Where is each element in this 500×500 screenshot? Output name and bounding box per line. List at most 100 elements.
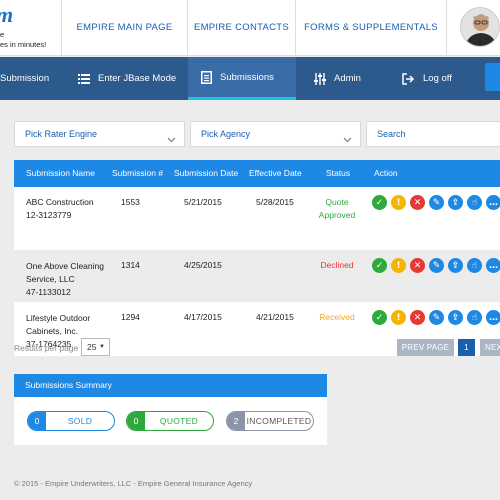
rater-engine-select[interactable]: Pick Rater Engine [14,121,185,147]
status-badge: Declined [306,259,368,272]
results-per-page-label: Results per page [14,343,79,353]
warning-icon[interactable]: ! [391,310,406,325]
results-per-page-select[interactable]: 25 ▼ [81,338,110,356]
nav-admin-label: Admin [334,73,361,84]
nav-log-off[interactable]: Log off [402,57,472,100]
incompleted-pill[interactable]: 2 INCOMPLETED [226,411,314,431]
col-submission-date[interactable]: Submission Date [174,160,238,187]
submission-name-name-line1: ABC Construction [26,197,94,207]
nav-submissions-label: Submissions [220,71,274,83]
status-line1: Received [319,312,355,322]
nav-submissions[interactable]: Submissions [188,57,296,100]
row-actions: ✓! ✕ ✎ ⇪ ☝ … [372,195,500,210]
col-status[interactable]: Status [326,160,350,187]
agency-select[interactable]: Pick Agency [190,121,361,147]
hand-icon[interactable]: ☝ [467,310,482,325]
brand-tagline-line1: e [0,30,5,39]
sold-pill[interactable]: 0 SOLD [27,411,115,431]
status-badge: Quote Approved [306,196,368,222]
chevron-down-icon [343,129,352,153]
search-input[interactable]: Search [366,121,500,147]
edit-icon[interactable]: ✎ [429,310,444,325]
avatar[interactable] [460,7,500,47]
col-action: Action [374,168,398,178]
top-header: m e es in minutes! EMPIRE MAIN PAGE EMPI… [0,0,500,56]
submission-date: 5/21/2015 [184,197,222,207]
table-header: Submission Name Submission # Submission … [14,160,500,187]
comment-icon[interactable]: … [486,195,500,210]
col-submission-name[interactable]: Submission Name [26,160,95,187]
row-actions: ✓! ✕ ✎ ⇪ ☝ … [372,310,500,325]
nav-enter-jbase-mode[interactable]: Enter JBase Mode [78,57,188,100]
user-avatar-cell[interactable] [447,0,500,56]
logout-icon [402,72,415,85]
submission-name-id-line: 12-3123779 [26,210,72,220]
table-row[interactable]: ABC Construction 12-3123779 1553 5/21/2015 5… [14,187,500,250]
edit-icon[interactable]: ✎ [429,195,444,210]
nav-log-off-label: Log off [423,73,452,84]
brand-logo: m [0,2,13,28]
list-icon [78,73,90,84]
next-page-button[interactable]: NEXT [480,339,500,356]
approve-icon[interactable]: ✓ [372,310,387,325]
approve-icon[interactable]: ✓ [372,195,387,210]
footer-copyright: © 2015 - Empire Underwriters, LLC - Empi… [14,479,253,488]
effective-date: 4/21/2015 [256,312,294,322]
nav-extra-button[interactable] [485,63,500,91]
delete-icon[interactable]: ✕ [410,258,425,273]
submission-number: 1294 [121,312,140,322]
submission-name-id-line: 47-1133012 [26,287,71,297]
delete-icon[interactable]: ✕ [410,195,425,210]
submission-name-name-line1: Lifestyle Outdoor [26,313,91,323]
nav-admin[interactable]: Admin [314,57,386,100]
comment-icon[interactable]: … [486,258,500,273]
incompleted-label: INCOMPLETED [246,416,312,426]
upload-icon[interactable]: ⇪ [448,258,463,273]
col-effective-date[interactable]: Effective Date [249,160,302,187]
upload-icon[interactable]: ⇪ [448,310,463,325]
brand-logo-area[interactable]: m e es in minutes! [0,0,62,56]
table-row[interactable]: One Above Cleaning Service, LLC 47-1133012… [14,250,500,302]
status-line1: Quote [325,197,349,207]
rater-engine-select-label: Pick Rater Engine [25,129,98,139]
sold-count: 0 [28,412,46,430]
comment-icon[interactable]: … [486,310,500,325]
sold-label: SOLD [67,416,93,426]
quoted-label: QUOTED [159,416,199,426]
submission-number: 1314 [121,260,140,270]
quoted-pill[interactable]: 0 QUOTED [126,411,214,431]
status-line2: Approved [318,210,356,220]
submission-date: 4/25/2015 [184,260,222,270]
submissions-table: Submission Name Submission # Submission … [14,160,500,356]
link-empire-main-page[interactable]: EMPIRE MAIN PAGE [62,0,188,56]
approve-icon[interactable]: ✓ [372,258,387,273]
quoted-count: 0 [127,412,145,430]
prev-page-button[interactable]: PREV PAGE [397,339,454,356]
warning-icon[interactable]: ! [391,195,406,210]
nav-submission-label: Submission [0,73,50,84]
incompleted-count: 2 [227,412,245,430]
submission-name-name-line2: Service, LLC [26,274,75,284]
page-1-button[interactable]: 1 [458,339,475,356]
hand-icon[interactable]: ☝ [467,258,482,273]
col-submission-number[interactable]: Submission # [112,160,163,187]
effective-date: 5/28/2015 [256,197,294,207]
link-empire-contacts[interactable]: EMPIRE CONTACTS [188,0,296,56]
search-placeholder: Search [377,129,406,139]
caret-down-icon: ▼ [99,344,105,350]
submission-name-name-line2: Cabinets, Inc. [26,326,78,336]
submissions-summary-header: Submissions Summary [14,374,327,397]
delete-icon[interactable]: ✕ [410,310,425,325]
link-forms-supplementals[interactable]: FORMS & SUPPLEMENTALS [296,0,447,56]
warning-icon[interactable]: ! [391,258,406,273]
row-actions: ✓! ✕ ✎ ⇪ ☝ … [372,258,500,273]
brand-tagline: e es in minutes! [0,30,46,50]
brand-tagline-line2: es in minutes! [0,40,47,49]
nav-submission[interactable]: Submission [0,57,60,100]
results-per-page-value: 25 [87,342,97,352]
edit-icon[interactable]: ✎ [429,258,444,273]
upload-icon[interactable]: ⇪ [448,195,463,210]
agency-select-label: Pick Agency [201,129,251,139]
chevron-down-icon [167,129,176,153]
hand-icon[interactable]: ☝ [467,195,482,210]
